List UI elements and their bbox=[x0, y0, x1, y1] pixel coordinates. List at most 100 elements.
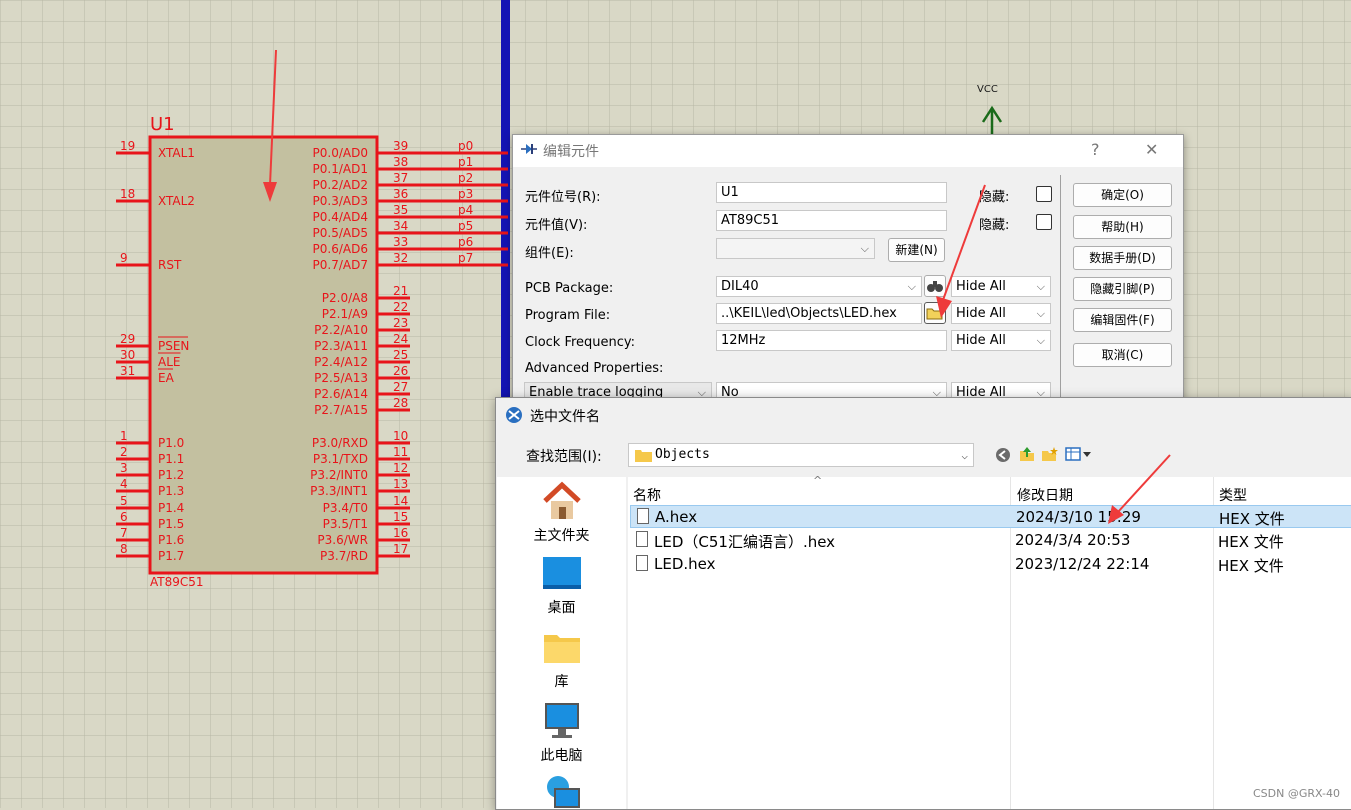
pin-name: P0.3/AD3 bbox=[313, 194, 368, 208]
place-desktop-label: 桌面 bbox=[547, 600, 576, 616]
edit-firmware-button[interactable]: 编辑固件(F) bbox=[1073, 308, 1172, 332]
file-dialog-titlebar[interactable]: 选中文件名 bbox=[496, 398, 1351, 432]
program-file-browse-button[interactable] bbox=[924, 302, 946, 324]
file-type: HEX 文件 bbox=[1218, 557, 1284, 575]
back-icon[interactable] bbox=[995, 447, 1011, 463]
help-question-button[interactable]: ? bbox=[1091, 140, 1100, 159]
place-network[interactable] bbox=[497, 773, 626, 809]
col-date-header[interactable]: 修改日期 bbox=[1017, 485, 1073, 505]
binoculars-icon bbox=[927, 281, 943, 292]
pcb-package-select[interactable]: DIL40 ⌵ bbox=[716, 276, 922, 297]
pin-name: P3.3/INT1 bbox=[310, 484, 368, 498]
value-input[interactable]: AT89C51 bbox=[716, 210, 947, 231]
file-list[interactable]: 名称 ^ 修改日期 类型 A.hex 2024/3/10 15:29 HEX 文件 L… bbox=[628, 474, 1351, 809]
datasheet-button[interactable]: 数据手册(D) bbox=[1073, 246, 1172, 270]
open-folder-icon bbox=[926, 308, 943, 320]
pcb-browse-button[interactable] bbox=[924, 275, 946, 297]
library-folder-icon bbox=[543, 635, 580, 663]
edit-dialog-title: 编辑元件 bbox=[543, 144, 599, 160]
pcb-visibility-select[interactable]: Hide All ⌵ bbox=[951, 276, 1051, 297]
pin-name: XTAL1 bbox=[158, 146, 195, 160]
place-desktop[interactable]: 桌面 bbox=[497, 555, 626, 617]
program-file-label: Program File: bbox=[525, 308, 611, 323]
pin-name: P2.1/A9 bbox=[322, 307, 368, 321]
chip-ref: U1 bbox=[150, 114, 175, 135]
clock-input[interactable]: 12MHz bbox=[716, 330, 947, 351]
program-visibility-select[interactable]: Hide All ⌵ bbox=[951, 303, 1051, 324]
pin-name: P1.5 bbox=[158, 517, 184, 531]
bus-line[interactable] bbox=[501, 0, 510, 420]
ref-hide-checkbox[interactable] bbox=[1036, 186, 1052, 202]
col-type-header[interactable]: 类型 bbox=[1219, 485, 1247, 505]
pin-number: 39 bbox=[393, 139, 408, 153]
pin-number: 13 bbox=[393, 477, 408, 491]
chevron-down-icon: ⌵ bbox=[1036, 334, 1045, 347]
lookin-value: Objects bbox=[655, 447, 710, 462]
program-visibility-value: Hide All bbox=[956, 306, 1006, 321]
new-button[interactable]: 新建(N) bbox=[888, 238, 945, 262]
file-icon bbox=[637, 508, 649, 524]
new-folder-icon[interactable] bbox=[1041, 445, 1059, 463]
watermark: CSDN @GRX-40 bbox=[1253, 787, 1340, 800]
net-label: p2 bbox=[458, 171, 473, 185]
cancel-button[interactable]: 取消(C) bbox=[1073, 343, 1172, 367]
component-icon bbox=[521, 144, 537, 154]
place-this-pc-label: 此电脑 bbox=[540, 748, 583, 764]
network-icon bbox=[546, 776, 580, 808]
program-file-input[interactable]: ..\KEIL\led\Objects\LED.hex bbox=[716, 303, 922, 324]
ref-label: 元件位号(R): bbox=[525, 190, 601, 205]
chevron-down-icon: ⌵ bbox=[961, 449, 968, 462]
pin-name: P0.7/AD7 bbox=[313, 258, 368, 272]
file-row[interactable]: LED.hex 2023/12/24 22:14 HEX 文件 bbox=[630, 553, 1351, 576]
net-label: p4 bbox=[458, 203, 473, 217]
pin-number: 28 bbox=[393, 396, 408, 410]
pin-name: XTAL2 bbox=[158, 194, 195, 208]
pcb-label: PCB Package: bbox=[525, 281, 614, 296]
lookin-select[interactable]: Objects ⌵ bbox=[628, 443, 974, 467]
pin-number: 25 bbox=[393, 348, 408, 362]
col-name-header[interactable]: 名称 bbox=[633, 485, 661, 505]
pin-name: P0.0/AD0 bbox=[313, 146, 368, 160]
view-menu-icon[interactable] bbox=[1065, 446, 1093, 462]
proteus-app-icon bbox=[506, 407, 522, 423]
pin-name: P3.7/RD bbox=[320, 549, 368, 563]
pin-number: 10 bbox=[393, 429, 408, 443]
edit-dialog-titlebar[interactable]: 编辑元件 ? ✕ bbox=[513, 135, 1183, 167]
group-select[interactable]: ⌵ bbox=[716, 238, 875, 259]
pin-name: P1.3 bbox=[158, 484, 184, 498]
pin-number: 21 bbox=[393, 284, 408, 298]
computer-icon bbox=[544, 703, 579, 738]
ref-input[interactable]: U1 bbox=[716, 182, 947, 203]
ok-button[interactable]: 确定(O) bbox=[1073, 183, 1172, 207]
pin-name: P3.2/INT0 bbox=[310, 468, 368, 482]
hide-pins-button[interactable]: 隐藏引脚(P) bbox=[1073, 277, 1172, 301]
help-button[interactable]: 帮助(H) bbox=[1073, 215, 1172, 239]
place-library-label: 库 bbox=[554, 674, 569, 690]
place-library[interactable]: 库 bbox=[497, 629, 626, 691]
file-row[interactable]: A.hex 2024/3/10 15:29 HEX 文件 bbox=[630, 505, 1351, 528]
pin-name: P3.1/TXD bbox=[313, 452, 368, 466]
chevron-down-icon: ⌵ bbox=[1036, 307, 1045, 320]
file-icon bbox=[636, 555, 648, 571]
place-home[interactable]: 主文件夹 bbox=[497, 481, 626, 545]
group-label: 组件(E): bbox=[525, 246, 574, 261]
close-button[interactable]: ✕ bbox=[1145, 140, 1158, 159]
value-hide-checkbox[interactable] bbox=[1036, 214, 1052, 230]
pin-number: 32 bbox=[393, 251, 408, 265]
pin-name: P1.6 bbox=[158, 533, 184, 547]
pin-number: 24 bbox=[393, 332, 408, 346]
pin-name: PSEN bbox=[158, 339, 189, 353]
file-dialog-title: 选中文件名 bbox=[530, 409, 600, 425]
pin-name: P1.1 bbox=[158, 452, 184, 466]
file-row[interactable]: LED（C51汇编语言）.hex 2024/3/4 20:53 HEX 文件 bbox=[630, 529, 1351, 552]
up-folder-icon[interactable] bbox=[1018, 445, 1036, 463]
pin-number: 1 bbox=[120, 429, 128, 443]
place-this-pc[interactable]: 此电脑 bbox=[497, 701, 626, 765]
pin-name: P3.0/RXD bbox=[312, 436, 368, 450]
pin-name: P0.1/AD1 bbox=[313, 162, 368, 176]
advanced-label: Advanced Properties: bbox=[525, 361, 664, 376]
pin-number: 2 bbox=[120, 445, 128, 459]
clock-visibility-select[interactable]: Hide All ⌵ bbox=[951, 330, 1051, 351]
pin-name: P3.4/T0 bbox=[323, 501, 368, 515]
pcb-visibility-value: Hide All bbox=[956, 279, 1006, 294]
